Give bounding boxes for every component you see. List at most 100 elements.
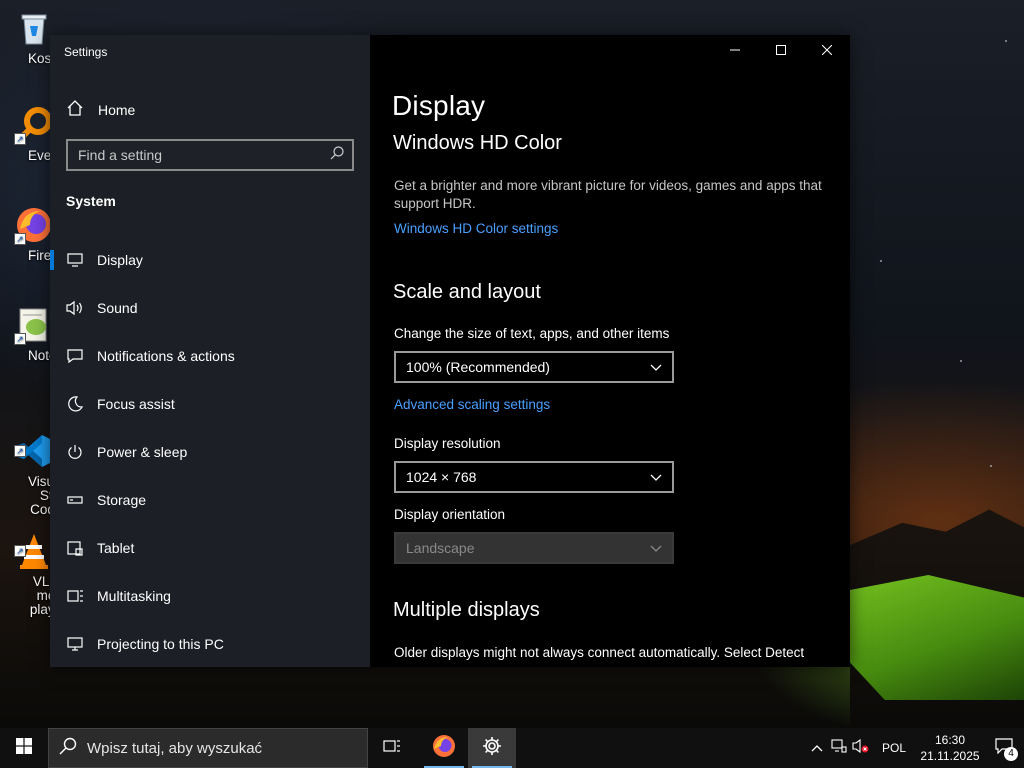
shortcut-arrow-icon: ↗ [14,445,26,457]
close-button[interactable] [804,35,850,67]
orientation-dropdown: Landscape [394,532,674,564]
vlc-icon: ↗ [14,517,54,569]
taskbar: Wpisz tutaj, aby wyszukać POL 16:30 21.1… [0,728,1024,768]
minimize-icon [730,42,740,60]
storage-icon [66,491,84,509]
size-label: Change the size of text, apps, and other… [394,326,670,341]
sidebar-item-display[interactable]: Display [50,236,370,284]
settings-window: Settings Home System Dis [50,35,850,667]
home-nav-item[interactable]: Home [66,99,135,120]
orientation-dropdown-value: Landscape [406,540,475,556]
recycle-bin-icon [14,8,54,48]
everything-search-icon: ↗ [14,105,54,145]
power-icon [66,443,84,461]
taskbar-settings-button[interactable] [468,728,516,768]
sidebar-item-label: Projecting to this PC [97,636,224,652]
chevron-down-icon [650,540,662,556]
task-view-button[interactable] [368,728,416,768]
maximize-icon [776,42,786,60]
gear-icon [482,736,502,761]
windows-logo-icon [16,737,32,759]
shortcut-arrow-icon: ↗ [14,545,26,557]
notepad-plus-plus-icon: ↗ [14,305,54,345]
search-icon[interactable] [330,145,344,165]
sidebar-item-focus-assist[interactable]: Focus assist [50,380,370,428]
sidebar-item-notifications[interactable]: Notifications & actions [50,332,370,380]
hd-color-description: Get a brighter and more vibrant picture … [394,178,822,211]
hd-color-settings-link[interactable]: Windows HD Color settings [394,221,558,236]
home-icon [66,99,84,120]
system-nav-list: Display Sound Notifications & actions Fo… [50,236,370,667]
scale-dropdown[interactable]: 100% (Recommended) [394,351,674,383]
resolution-dropdown-value: 1024 × 768 [406,469,477,485]
sidebar-item-label: Storage [97,492,147,508]
sidebar-item-tablet[interactable]: Tablet [50,524,370,572]
projecting-icon [66,635,84,653]
sidebar-item-label: Tablet [97,540,135,556]
wallpaper-star [1005,40,1007,42]
taskbar-firefox-button[interactable] [420,728,468,768]
wallpaper-tent [850,575,1024,700]
start-button[interactable] [0,728,48,768]
sidebar-item-label: Power & sleep [97,444,188,460]
wallpaper-star [880,260,882,262]
find-setting-search[interactable] [66,139,354,171]
notification-icon [66,347,84,365]
action-center-button[interactable]: 4 [984,728,1024,768]
moon-icon [66,395,84,413]
clock-time: 16:30 [934,733,966,747]
shortcut-arrow-icon: ↗ [14,333,26,345]
shortcut-arrow-icon: ↗ [14,233,26,245]
minimize-button[interactable] [712,35,758,67]
sidebar-item-projecting[interactable]: Projecting to this PC [50,620,370,667]
wallpaper-star [990,465,992,467]
firefox-icon: ↗ [14,205,54,245]
resolution-dropdown[interactable]: 1024 × 768 [394,461,674,493]
sidebar-item-label: Focus assist [97,396,175,412]
window-caption-buttons [712,35,850,67]
taskbar-search-placeholder: Wpisz tutaj, aby wyszukać [87,739,263,757]
hd-color-heading: Windows HD Color [393,132,562,154]
system-section-title: System [66,193,116,209]
maximize-button[interactable] [758,35,804,67]
search-icon [59,737,77,759]
sidebar-item-label: Multitasking [97,588,171,604]
vscode-icon: ↗ [14,417,54,467]
advanced-scaling-link[interactable]: Advanced scaling settings [394,397,550,412]
network-button[interactable] [828,728,850,768]
home-label: Home [98,101,136,118]
volume-muted-icon [852,738,870,759]
chevron-down-icon [650,359,662,375]
sidebar-item-label: Sound [97,300,138,316]
sidebar-item-multitasking[interactable]: Multitasking [50,572,370,620]
clock[interactable]: 16:30 21.11.2025 [916,732,984,764]
show-hidden-icons-button[interactable] [806,728,828,768]
multiple-displays-description: Older displays might not always connect … [394,645,805,660]
sidebar-item-label: Display [97,252,143,268]
system-tray: POL 16:30 21.11.2025 4 [806,728,1024,768]
clock-date: 21.11.2025 [920,749,980,763]
volume-button[interactable] [850,728,872,768]
sidebar-item-sound[interactable]: Sound [50,284,370,332]
find-setting-input[interactable] [78,147,330,163]
firefox-icon [432,734,456,763]
scale-dropdown-value: 100% (Recommended) [406,359,550,375]
monitor-icon [66,251,84,269]
multiple-displays-heading: Multiple displays [393,599,540,621]
window-title: Settings [64,45,108,59]
page-title: Display [392,90,486,121]
sidebar-item-storage[interactable]: Storage [50,476,370,524]
multitasking-icon [66,587,84,605]
sidebar-item-power-sleep[interactable]: Power & sleep [50,428,370,476]
sidebar-item-label: Notifications & actions [97,348,235,364]
settings-sidebar: Settings Home System Dis [50,35,370,667]
wallpaper-star [960,360,962,362]
taskbar-search-box[interactable]: Wpisz tutaj, aby wyszukać [48,728,368,768]
speaker-icon [66,299,84,317]
input-language-indicator[interactable]: POL [872,741,916,755]
shortcut-arrow-icon: ↗ [14,133,26,145]
display-settings-page: Display Windows HD Color Get a brighter … [370,35,850,667]
chevron-down-icon [650,469,662,485]
scale-layout-heading: Scale and layout [393,281,541,303]
close-icon [821,42,833,60]
